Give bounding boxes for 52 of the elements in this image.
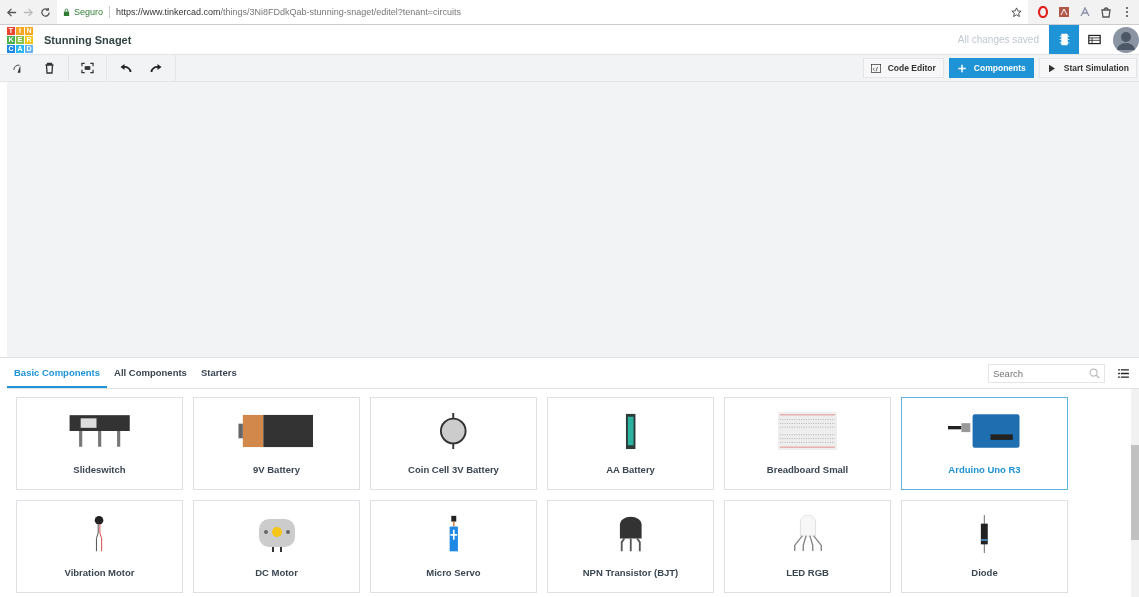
redo-icon[interactable] bbox=[150, 62, 163, 74]
start-simulation-button[interactable]: Start Simulation bbox=[1038, 58, 1137, 78]
scrollbar[interactable] bbox=[1131, 389, 1139, 597]
lock-icon bbox=[63, 7, 70, 17]
project-title[interactable]: Stunning Snaget bbox=[44, 33, 132, 46]
document-extension-icon[interactable] bbox=[1058, 6, 1070, 18]
category-tab[interactable]: Basic Components bbox=[7, 358, 108, 388]
aa-battery-icon bbox=[624, 412, 637, 450]
address-bar[interactable]: Seguro https://www.tinkercad.com/things/3Ni8FDdkQab-stunning-snaget/editel?tenant=circuits bbox=[57, 0, 1028, 24]
slideswitch-icon bbox=[67, 412, 132, 450]
component-card[interactable]: Coin Cell 3V Battery bbox=[370, 397, 537, 490]
component-card[interactable]: Micro Servo bbox=[370, 500, 537, 593]
arduino-board-icon bbox=[947, 412, 1022, 450]
component-card[interactable]: NPN Transistor (BJT) bbox=[547, 500, 714, 593]
component-card[interactable]: Diode bbox=[901, 500, 1068, 593]
avatar[interactable] bbox=[1113, 26, 1139, 53]
component-card[interactable]: Vibration Motor bbox=[16, 500, 183, 593]
star-icon[interactable] bbox=[1011, 6, 1022, 18]
fit-view-icon[interactable] bbox=[81, 62, 94, 74]
list-view-icon[interactable] bbox=[1118, 368, 1129, 378]
component-card[interactable]: 9V Battery bbox=[193, 397, 360, 490]
table-icon bbox=[1087, 33, 1101, 46]
transistor-icon bbox=[618, 515, 643, 553]
save-status: All changes saved bbox=[957, 34, 1039, 45]
breadboard-icon bbox=[778, 412, 837, 450]
component-card[interactable]: Breadboard Small bbox=[724, 397, 891, 490]
play-icon bbox=[1046, 63, 1057, 73]
coin-cell-icon bbox=[439, 412, 468, 450]
diode-icon bbox=[980, 515, 989, 553]
vibration-motor-icon bbox=[93, 515, 106, 553]
component-card[interactable]: LED RGB bbox=[724, 500, 891, 593]
secure-label: Seguro bbox=[74, 7, 104, 17]
component-card[interactable]: Slideswitch bbox=[16, 397, 183, 490]
bag-extension-icon[interactable] bbox=[1100, 6, 1112, 18]
component-card[interactable]: DC Motor bbox=[193, 500, 360, 593]
battery-icon bbox=[237, 412, 316, 450]
category-tab[interactable]: All Components bbox=[107, 358, 194, 388]
category-tab[interactable]: Starters bbox=[193, 358, 244, 388]
component-card[interactable]: AA Battery bbox=[547, 397, 714, 490]
url-text: https://www.tinkercad.com/things/3Ni8FDdkQab-stunning-snaget/editel?tenant=circuits bbox=[116, 7, 462, 17]
reload-icon[interactable] bbox=[40, 6, 51, 18]
ring-extension-icon[interactable] bbox=[1037, 6, 1049, 18]
search-field[interactable]: Search bbox=[988, 363, 1105, 383]
component-card[interactable]: Arduino Uno R3 bbox=[901, 397, 1068, 490]
undo-icon[interactable] bbox=[119, 62, 132, 74]
code-icon bbox=[870, 63, 881, 73]
back-icon[interactable] bbox=[6, 6, 17, 18]
chip-icon bbox=[1057, 33, 1071, 46]
code-editor-button[interactable]: Code Editor bbox=[862, 58, 944, 78]
micro-servo-icon bbox=[447, 515, 460, 553]
delete-icon[interactable] bbox=[43, 62, 56, 74]
plus-icon bbox=[956, 63, 967, 73]
